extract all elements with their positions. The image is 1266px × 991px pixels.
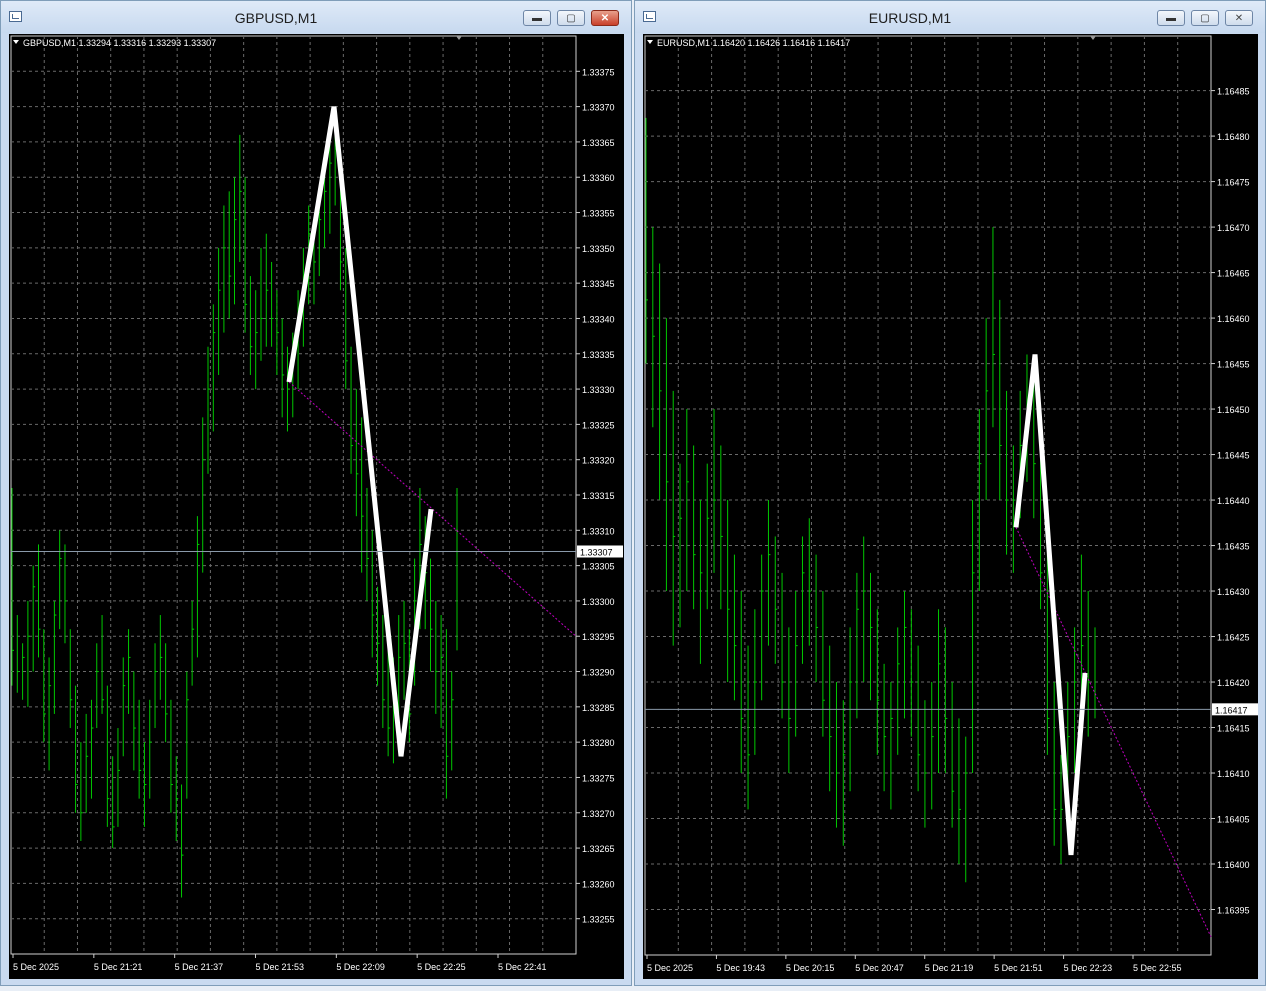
close-button[interactable]: ✕ xyxy=(1225,10,1253,26)
y-tick-label: 1.16460 xyxy=(1217,314,1250,324)
y-tick-label: 1.33365 xyxy=(582,138,615,148)
x-tick-label: 5 Dec 22:09 xyxy=(336,962,385,972)
y-tick-label: 1.16405 xyxy=(1217,815,1250,825)
y-tick-label: 1.33315 xyxy=(582,491,615,501)
close-button[interactable]: ✕ xyxy=(591,10,619,26)
chart-canvas[interactable]: 1.33375 1.33370 1.33365 1.33360 1.33355 1.333… xyxy=(9,34,624,979)
y-tick-label: 1.33340 xyxy=(582,314,615,324)
y-tick-label: 1.33330 xyxy=(582,385,615,395)
chart-window-eurusd[interactable]: EURUSD,M1 ▬ ▢ ✕ 1.16485 1.16480 1.16475 1.1… xyxy=(634,0,1266,986)
y-tick-label: 1.33255 xyxy=(582,915,615,925)
chart-window-icon xyxy=(643,11,656,22)
y-tick-label: 1.33370 xyxy=(582,103,615,113)
y-tick-label: 1.33335 xyxy=(582,350,615,360)
x-tick-label: 5 Dec 21:37 xyxy=(175,962,224,972)
y-tick-label: 1.16435 xyxy=(1217,542,1250,552)
x-tick-label: 5 Dec 21:53 xyxy=(256,962,305,972)
y-tick-label: 1.33290 xyxy=(582,668,615,678)
maximize-button[interactable]: ▢ xyxy=(557,10,585,26)
y-tick-label: 1.16480 xyxy=(1217,132,1250,142)
y-tick-label: 1.16410 xyxy=(1217,769,1250,779)
y-tick-label: 1.33355 xyxy=(582,209,615,219)
chart-background xyxy=(643,34,1258,979)
x-tick-label: 5 Dec 2025 xyxy=(647,963,693,973)
y-tick-label: 1.33285 xyxy=(582,703,615,713)
y-tick-label: 1.16485 xyxy=(1217,87,1250,97)
y-tick-label: 1.33300 xyxy=(582,597,615,607)
y-tick-label: 1.33310 xyxy=(582,526,615,536)
y-tick-label: 1.33345 xyxy=(582,279,615,289)
minimize-button[interactable]: ▬ xyxy=(523,10,551,26)
x-tick-label: 5 Dec 21:21 xyxy=(94,962,143,972)
y-tick-label: 1.16440 xyxy=(1217,496,1250,506)
window-titlebar[interactable]: EURUSD,M1 ▬ ▢ ✕ xyxy=(635,1,1265,33)
y-tick-label: 1.33270 xyxy=(582,809,615,819)
price-chart[interactable]: 1.16485 1.16480 1.16475 1.16470 1.16465 1.164… xyxy=(643,34,1258,979)
chart-canvas[interactable]: 1.16485 1.16480 1.16475 1.16470 1.16465 1.164… xyxy=(643,34,1258,979)
maximize-button[interactable]: ▢ xyxy=(1191,10,1219,26)
window-title: GBPUSD,M1 xyxy=(234,10,318,26)
x-tick-label: 5 Dec 22:25 xyxy=(417,962,466,972)
y-tick-label: 1.33280 xyxy=(582,738,615,748)
y-tick-label: 1.16420 xyxy=(1217,678,1250,688)
chart-window-icon xyxy=(9,11,22,22)
x-tick-label: 5 Dec 22:55 xyxy=(1133,963,1182,973)
y-tick-label: 1.16470 xyxy=(1217,223,1250,233)
chart-window-gbpusd[interactable]: GBPUSD,M1 ▬ ▢ ✕ 1.33375 1.33370 1.33365 1.3… xyxy=(0,0,632,986)
y-tick-label: 1.16425 xyxy=(1217,633,1250,643)
y-tick-label: 1.33275 xyxy=(582,773,615,783)
y-tick-label: 1.16455 xyxy=(1217,360,1250,370)
y-tick-label: 1.33350 xyxy=(582,244,615,254)
y-tick-label: 1.16430 xyxy=(1217,587,1250,597)
x-tick-label: 5 Dec 22:23 xyxy=(1064,963,1113,973)
x-tick-label: 5 Dec 19:43 xyxy=(716,963,765,973)
y-tick-label: 1.33265 xyxy=(582,844,615,854)
y-tick-label: 1.33360 xyxy=(582,173,615,183)
y-tick-label: 1.33375 xyxy=(582,67,615,77)
y-tick-label: 1.16445 xyxy=(1217,451,1250,461)
y-tick-label: 1.16465 xyxy=(1217,269,1250,279)
x-tick-label: 5 Dec 20:15 xyxy=(786,963,835,973)
current-price-label: 1.33307 xyxy=(580,547,613,557)
y-tick-label: 1.33305 xyxy=(582,562,615,572)
x-tick-label: 5 Dec 21:19 xyxy=(925,963,974,973)
y-tick-label: 1.33295 xyxy=(582,632,615,642)
window-title: EURUSD,M1 xyxy=(868,10,952,26)
y-tick-label: 1.33260 xyxy=(582,879,615,889)
x-tick-label: 5 Dec 2025 xyxy=(13,962,59,972)
x-tick-label: 5 Dec 22:41 xyxy=(498,962,547,972)
y-tick-label: 1.33320 xyxy=(582,456,615,466)
price-chart[interactable]: 1.33375 1.33370 1.33365 1.33360 1.33355 1.333… xyxy=(9,34,624,979)
y-tick-label: 1.16450 xyxy=(1217,405,1250,415)
minimize-button[interactable]: ▬ xyxy=(1157,10,1185,26)
y-tick-label: 1.16415 xyxy=(1217,724,1250,734)
x-tick-label: 5 Dec 20:47 xyxy=(855,963,904,973)
y-tick-label: 1.16475 xyxy=(1217,178,1250,188)
window-titlebar[interactable]: GBPUSD,M1 ▬ ▢ ✕ xyxy=(1,1,631,33)
y-tick-label: 1.33325 xyxy=(582,420,615,430)
chart-background xyxy=(9,34,624,979)
symbol-info: EURUSD,M1 1.16420 1.16426 1.16416 1.1641… xyxy=(657,38,850,48)
x-tick-label: 5 Dec 21:51 xyxy=(994,963,1043,973)
symbol-info: GBPUSD,M1 1.33294 1.33316 1.33293 1.3330… xyxy=(23,38,216,48)
y-tick-label: 1.16400 xyxy=(1217,860,1250,870)
current-price-label: 1.16417 xyxy=(1215,705,1248,715)
y-tick-label: 1.16395 xyxy=(1217,906,1250,916)
